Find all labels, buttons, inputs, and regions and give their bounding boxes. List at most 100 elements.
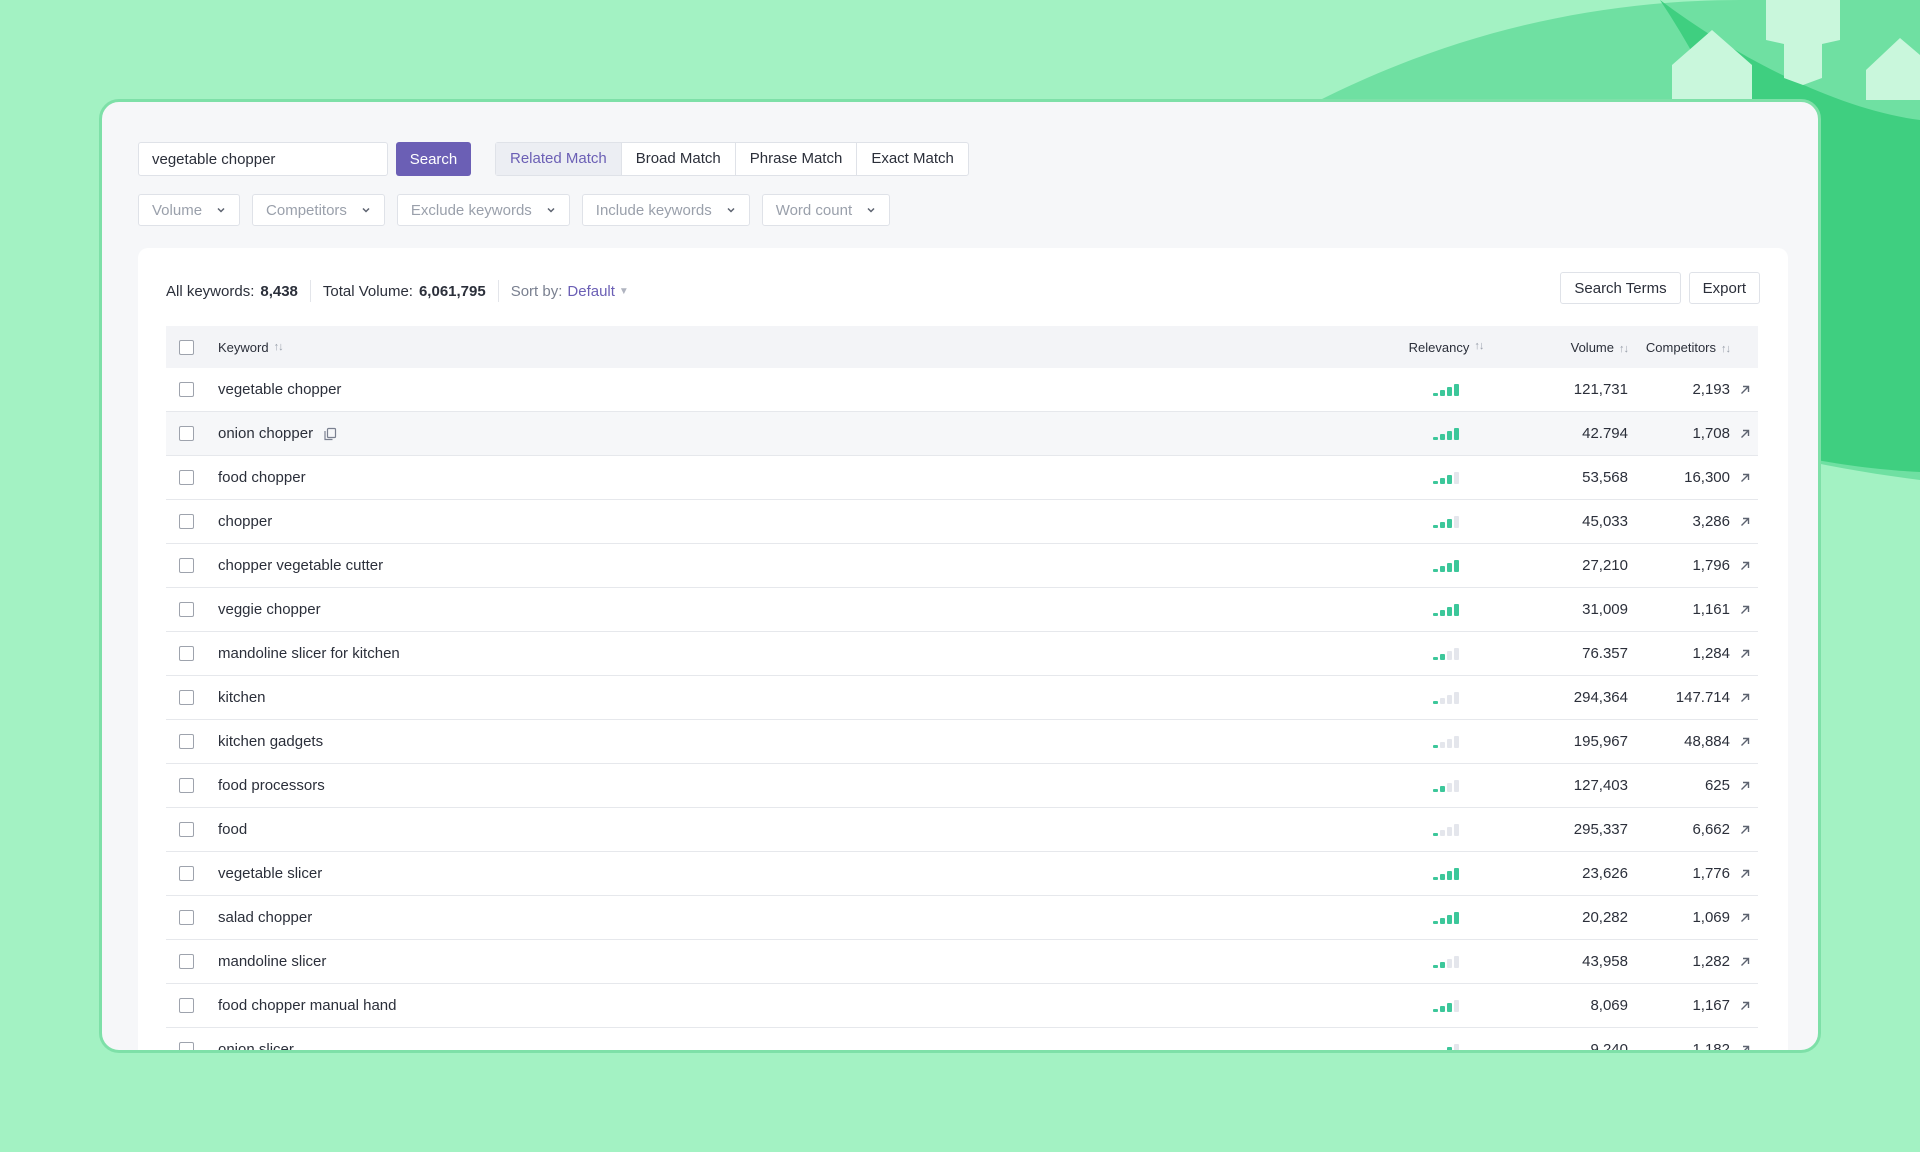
external-link-icon[interactable]: [1739, 560, 1751, 572]
keyword-text: food chopper manual hand: [218, 997, 397, 1014]
relevancy-bar: [1454, 955, 1459, 968]
row-checkbox[interactable]: [179, 778, 194, 793]
competitors-value: 1,796: [1692, 557, 1730, 574]
external-link-icon[interactable]: [1739, 692, 1751, 704]
external-link-icon[interactable]: [1739, 956, 1751, 968]
row-checkbox[interactable]: [179, 426, 194, 441]
external-link-icon[interactable]: [1739, 472, 1751, 484]
row-checkbox[interactable]: [179, 470, 194, 485]
relevancy-bars: [1433, 735, 1459, 748]
filter-label: Competitors: [266, 201, 347, 219]
column-label: Keyword: [218, 339, 269, 355]
divider: [309, 280, 311, 302]
column-keyword[interactable]: Keyword ↑↓: [218, 340, 1396, 355]
tab-exact-match[interactable]: Exact Match: [856, 143, 968, 175]
external-link-icon[interactable]: [1739, 912, 1751, 924]
relevancy-bar: [1433, 392, 1438, 396]
column-competitors[interactable]: Competitors ↑↓: [1628, 340, 1732, 355]
row-checkbox[interactable]: [179, 954, 194, 969]
export-button[interactable]: Export: [1688, 272, 1760, 304]
competitors-value: 1,161: [1692, 601, 1730, 618]
external-link-icon[interactable]: [1739, 604, 1751, 616]
filter-label: Volume: [152, 201, 203, 219]
row-checkbox[interactable]: [179, 690, 194, 705]
external-link-icon[interactable]: [1739, 868, 1751, 880]
row-checkbox[interactable]: [179, 1042, 194, 1050]
column-relevancy[interactable]: Relevancy ↑↓: [1396, 340, 1496, 355]
external-link-icon[interactable]: [1739, 384, 1751, 396]
external-link-icon[interactable]: [1739, 428, 1751, 440]
search-button[interactable]: Search: [396, 142, 471, 176]
sort-icon[interactable]: ↑↓: [274, 341, 284, 353]
table-row[interactable]: salad chopper 20,282 1,069: [166, 896, 1758, 940]
filter-volume[interactable]: Volume: [138, 194, 241, 226]
table-row[interactable]: food processors 127,403 625: [166, 764, 1758, 808]
filter-include-keywords[interactable]: Include keywords: [581, 194, 750, 226]
relevancy-bars: [1433, 823, 1459, 836]
chevron-down-icon: [867, 207, 875, 213]
external-link-icon[interactable]: [1739, 824, 1751, 836]
relevancy-bar: [1433, 656, 1438, 660]
row-checkbox[interactable]: [179, 866, 194, 881]
tab-related-match[interactable]: Related Match: [496, 143, 621, 175]
row-checkbox[interactable]: [179, 822, 194, 837]
tab-broad-match[interactable]: Broad Match: [620, 143, 735, 175]
filter-exclude-keywords[interactable]: Exclude keywords: [396, 194, 570, 226]
chevron-down-icon: [727, 207, 735, 213]
table-row[interactable]: vegetable chopper 121,731 2,193: [166, 368, 1758, 412]
sort-icon[interactable]: ↑↓: [1721, 343, 1731, 355]
row-checkbox[interactable]: [179, 382, 194, 397]
external-link-icon[interactable]: [1739, 1044, 1751, 1054]
total-volume-value: 6,061,795: [418, 282, 486, 300]
tab-phrase-match[interactable]: Phrase Match: [734, 143, 857, 175]
row-checkbox[interactable]: [179, 910, 194, 925]
row-checkbox[interactable]: [179, 734, 194, 749]
filter-competitors[interactable]: Competitors: [252, 194, 385, 226]
relevancy-bar: [1433, 744, 1438, 748]
relevancy-bars: [1433, 867, 1459, 880]
external-link-icon[interactable]: [1739, 780, 1751, 792]
row-checkbox[interactable]: [179, 602, 194, 617]
keyword-text: food: [218, 821, 248, 838]
relevancy-bar: [1454, 515, 1459, 528]
table-row[interactable]: mandoline slicer 43,958 1,282: [166, 940, 1758, 984]
relevancy-bars: [1433, 647, 1459, 660]
select-all-checkbox[interactable]: [179, 339, 194, 355]
relevancy-bar: [1433, 1053, 1438, 1054]
relevancy-bars: [1433, 955, 1459, 968]
row-checkbox[interactable]: [179, 998, 194, 1013]
table-row[interactable]: vegetable slicer 23,626 1,776: [166, 852, 1758, 896]
copy-icon[interactable]: [323, 427, 337, 441]
external-link-icon[interactable]: [1739, 648, 1751, 660]
keyword-text: food processors: [218, 777, 325, 794]
table-row[interactable]: onion slicer 9,240 1,182: [166, 1028, 1758, 1054]
table-row[interactable]: kitchen 294,364 147.714: [166, 676, 1758, 720]
total-volume-label: Total Volume:: [322, 282, 413, 300]
table-row[interactable]: food chopper 53,568 16,300: [166, 456, 1758, 500]
sort-icon[interactable]: ↑↓: [1474, 340, 1484, 355]
column-volume[interactable]: Volume ↑↓: [1496, 340, 1629, 355]
relevancy-bar: [1447, 870, 1452, 880]
table-row[interactable]: chopper vegetable cutter 27,210 1,796: [166, 544, 1758, 588]
table-row[interactable]: food chopper manual hand 8,069 1,167: [166, 984, 1758, 1028]
table-row[interactable]: veggie chopper 31,009 1,161: [166, 588, 1758, 632]
row-checkbox[interactable]: [179, 646, 194, 661]
sort-icon[interactable]: ↑↓: [1619, 343, 1629, 355]
relevancy-bar: [1433, 480, 1438, 484]
table-row[interactable]: food 295,337 6,662: [166, 808, 1758, 852]
row-checkbox[interactable]: [179, 514, 194, 529]
table-row[interactable]: chopper 45,033 3,286: [166, 500, 1758, 544]
search-input[interactable]: [138, 142, 388, 176]
external-link-icon[interactable]: [1739, 516, 1751, 528]
external-link-icon[interactable]: [1739, 1000, 1751, 1012]
table-row[interactable]: mandoline slicer for kitchen 76.357 1,28…: [166, 632, 1758, 676]
relevancy-bar: [1447, 518, 1452, 528]
external-link-icon[interactable]: [1739, 736, 1751, 748]
search-terms-button[interactable]: Search Terms: [1560, 272, 1681, 304]
row-checkbox[interactable]: [179, 558, 194, 573]
filter-word-count[interactable]: Word count: [761, 194, 891, 226]
table-row[interactable]: onion chopper 42.794 1,708: [166, 412, 1758, 456]
all-keywords-label: All keywords:: [166, 282, 255, 300]
sort-by-dropdown[interactable]: Default: [567, 283, 615, 300]
table-row[interactable]: kitchen gadgets 195,967 48,884: [166, 720, 1758, 764]
